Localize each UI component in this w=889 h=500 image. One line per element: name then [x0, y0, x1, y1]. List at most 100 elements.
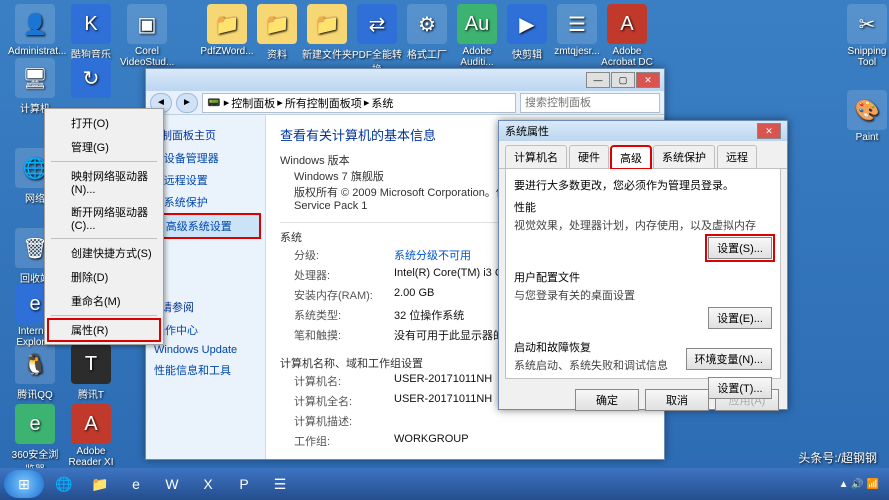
settings-button[interactable]: 设置(T)... — [708, 377, 772, 399]
desktop-icon[interactable]: 🐧腾讯QQ — [8, 344, 62, 401]
tab-body: 要进行大多数更改，您必须作为管理员登录。 性能 视觉效果，处理器计划，内存使用，… — [505, 169, 781, 379]
settings-button[interactable]: 设置(S)... — [708, 237, 772, 259]
app-icon: ▶ — [507, 4, 547, 44]
context-menu-item[interactable]: 属性(R) — [47, 318, 161, 342]
context-menu-item[interactable]: 打开(O) — [47, 111, 161, 135]
sidebar-item[interactable]: ● 高级系统设置 — [150, 213, 261, 239]
desktop-icon[interactable]: T 腾讯T — [64, 344, 118, 401]
sysprop-close-button[interactable]: ✕ — [757, 123, 781, 139]
group-desc: 视觉效果，处理器计划，内存使用，以及虚拟内存 — [514, 217, 772, 233]
tab-strip: 计算机名硬件高级系统保护远程 — [499, 141, 787, 169]
taskbar-icon[interactable]: P — [226, 470, 262, 498]
context-menu-item[interactable]: 创建快捷方式(S) — [47, 241, 161, 265]
desktop-icon[interactable]: ⇄PDF全能转换 — [350, 4, 404, 76]
row-label: 笔和触摸: — [294, 327, 384, 343]
row-label: 系统类型: — [294, 307, 384, 323]
desktop-icon[interactable]: ▣Corel VideoStud... — [120, 4, 174, 68]
taskbar-icon[interactable]: W — [154, 470, 190, 498]
desktop-icon[interactable]: AAdobe Reader XI — [64, 404, 118, 468]
sidebar-item[interactable]: ● 远程设置 — [150, 169, 261, 191]
row-value: USER-20171011NH — [394, 393, 492, 409]
desktop-icon[interactable]: 📁资料 — [250, 4, 304, 61]
context-menu-item[interactable]: 映射网络驱动器(N)... — [47, 164, 161, 200]
taskbar-icon[interactable]: 📁 — [82, 470, 118, 498]
minimize-button[interactable]: — — [586, 72, 610, 88]
app-icon: A — [607, 4, 647, 44]
sidebar: 控制面板主页 ● 设备管理器● 远程设置● 系统保护● 高级系统设置 另请参阅 … — [146, 115, 266, 459]
context-menu-item[interactable]: 删除(D) — [47, 265, 161, 289]
tab[interactable]: 系统保护 — [653, 145, 715, 168]
row-label: 计算机描述: — [294, 413, 384, 429]
desktop-icon[interactable]: K酷狗音乐 — [64, 4, 118, 61]
search-input[interactable] — [520, 93, 660, 113]
maximize-button[interactable]: ▢ — [611, 72, 635, 88]
context-menu-item[interactable]: 断开网络驱动器(C)... — [47, 200, 161, 236]
icon-label: 腾讯T — [64, 386, 118, 401]
env-vars-button[interactable]: 环境变量(N)... — [686, 348, 772, 370]
start-button[interactable]: ⊞ — [4, 470, 44, 498]
breadcrumb-item[interactable]: 控制面板 — [231, 95, 275, 111]
icon-label: 新建文件夹 — [300, 46, 354, 61]
desktop-icon[interactable]: ✂Snipping Tool — [840, 4, 889, 68]
app-icon: ⚙ — [407, 4, 447, 44]
desktop-icon[interactable]: 🖥计算机 — [8, 58, 62, 115]
taskbar-icon[interactable]: 🌐 — [46, 470, 82, 498]
desktop-icon[interactable]: AuAdobe Auditi... — [450, 4, 504, 68]
desktop-icon[interactable]: ☰zmtqjesr... — [550, 4, 604, 57]
row-label: 分级: — [294, 247, 384, 263]
context-menu-item[interactable]: 管理(G) — [47, 135, 161, 159]
admin-note: 要进行大多数更改，您必须作为管理员登录。 — [514, 177, 772, 193]
app-icon: 📁 — [307, 4, 347, 44]
desktop-icon[interactable]: 🎨Paint — [840, 90, 889, 143]
row-value[interactable]: 系统分级不可用 — [394, 247, 471, 263]
desktop-icon[interactable]: 📁 新建文件夹 — [300, 4, 354, 61]
app-icon: A — [71, 404, 111, 444]
icon-label: 资料 — [250, 46, 304, 61]
app-icon: ⇄ — [357, 4, 397, 44]
tab[interactable]: 远程 — [717, 145, 757, 168]
app-icon: T — [71, 344, 111, 384]
tab[interactable]: 硬件 — [569, 145, 609, 168]
app-icon: ✂ — [847, 4, 887, 44]
icon-label: PdfZWord... — [200, 46, 254, 57]
row-label: 计算机全名: — [294, 393, 384, 409]
group-label: 用户配置文件 — [514, 269, 772, 285]
settings-button[interactable]: 设置(E)... — [708, 307, 772, 329]
sidebar-item[interactable]: ● 设备管理器 — [150, 147, 261, 169]
taskbar-icon[interactable]: e — [118, 470, 154, 498]
icon-label: Adobe Reader XI — [64, 446, 118, 468]
system-tray[interactable]: ▲ 🔊 📶 — [839, 479, 885, 490]
seealso-item[interactable]: Windows Update — [150, 341, 261, 359]
app-icon: 🐧 — [15, 344, 55, 384]
desktop-icon[interactable]: ▶ 快剪辑 — [500, 4, 554, 61]
taskbar-icon[interactable]: X — [190, 470, 226, 498]
breadcrumb-item[interactable]: 系统 — [371, 95, 393, 111]
desktop-icon[interactable]: 📁PdfZWord... — [200, 4, 254, 57]
taskbar-icon[interactable]: ☰ — [262, 470, 298, 498]
seealso-item[interactable]: 性能信息和工具 — [150, 359, 261, 381]
nav-forward-button[interactable]: ► — [176, 93, 198, 113]
sysprop-title: 系统属性 — [505, 123, 549, 139]
close-button[interactable]: ✕ — [636, 72, 660, 88]
icon-label: 快剪辑 — [500, 46, 554, 61]
desktop-icon[interactable]: 👤Administrat... — [8, 4, 62, 57]
tab[interactable]: 高级 — [611, 146, 651, 169]
icon-label: Paint — [840, 132, 889, 143]
context-menu-item[interactable]: 重命名(M) — [47, 289, 161, 313]
row-label: 安装内存(RAM): — [294, 287, 384, 303]
row-value: 32 位操作系统 — [394, 307, 464, 323]
desktop-icon[interactable]: ⚙格式工厂 — [400, 4, 454, 61]
app-icon: K — [71, 4, 111, 44]
sidebar-item[interactable]: ● 系统保护 — [150, 191, 261, 213]
desktop-icon[interactable]: AAdobe Acrobat DC — [600, 4, 654, 68]
cp-titlebar[interactable]: — ▢ ✕ — [146, 69, 664, 91]
seealso-item[interactable]: 操作中心 — [150, 319, 261, 341]
app-icon: 🖥 — [15, 58, 55, 98]
breadcrumb[interactable]: 📟 ▸ 控制面板 ▸ 所有控制面板项 ▸ 系统 — [202, 93, 516, 113]
icon-label: Snipping Tool — [840, 46, 889, 68]
desktop-icon[interactable]: e360安全浏览器 — [8, 404, 62, 476]
breadcrumb-item[interactable]: 所有控制面板项 — [285, 95, 362, 111]
sysprop-titlebar[interactable]: 系统属性 ✕ — [499, 121, 787, 141]
desktop-icon[interactable]: ↻ — [64, 58, 118, 100]
tab[interactable]: 计算机名 — [505, 145, 567, 168]
